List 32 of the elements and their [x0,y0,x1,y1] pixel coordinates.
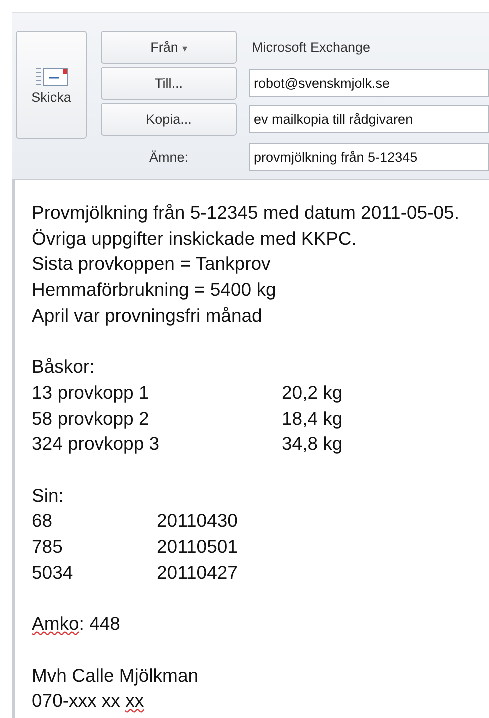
cc-button[interactable]: Kopia... [101,102,237,136]
message-line: Amko: 448 [32,612,120,636]
table-cell-text: 324 provkopp 3 [32,432,160,456]
table-cell-text: 58 provkopp 2 [32,406,150,431]
message-line: Båskor: [32,355,95,380]
table-cell-text: 5034 [32,560,74,585]
account-name: Microsoft Exchange [251,40,371,54]
cc-field[interactable]: ev mailkopia till rådgivaren [249,105,489,133]
table-cell-text: 20110430 [157,509,238,534]
table-cell-text: 20110501 [157,535,238,560]
from-button[interactable]: Från ▾ [101,30,237,64]
table-cell-text: 20,2 kg [282,380,343,405]
message-line: 070-xxx xx xx [32,689,144,714]
table-cell-text: 13 provkopp 1 [32,380,150,405]
message-line: Provmjölkning från 5-12345 med datum 2011-05-05. [32,201,460,225]
table-cell-text: 785 [32,535,63,560]
message-line: Hemmaförbrukning = 5400 kg [32,278,276,302]
envelope-icon [34,66,68,88]
table-cell-text: 34,8 kg [282,432,343,456]
message-line: Sin: [32,484,64,508]
message-line: April var provningsfri månad [32,304,262,328]
table-cell-text: 68 [32,509,53,534]
subject-label: Ämne: [148,150,190,164]
table-cell-text: 18,4 kg [282,406,343,431]
message-line: Övriga uppgifter inskickade med KKPC. [32,226,357,251]
to-button[interactable]: Till... [101,66,237,100]
subject-field[interactable]: provmjölkning från 5-12345 [249,143,489,171]
message-line: Sista provkoppen = Tankprov [32,252,271,276]
send-button[interactable]: Skicka [16,31,87,139]
message-line: Mvh Calle Mjölkman [32,664,199,688]
table-cell-text: 20110427 [157,560,238,585]
to-field[interactable]: robot@svenskmjolk.se [249,69,489,97]
